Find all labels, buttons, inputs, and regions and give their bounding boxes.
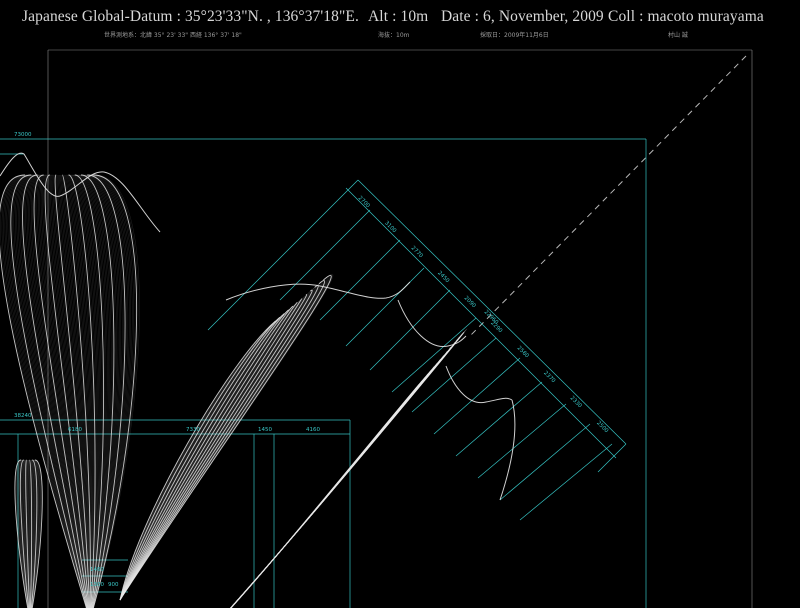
dim-left-width: 38240 bbox=[14, 413, 32, 419]
petal-left bbox=[0, 174, 140, 608]
petals bbox=[0, 152, 516, 608]
dim-small-a: 1460 bbox=[90, 567, 104, 573]
diag-label: 2370 bbox=[542, 370, 556, 384]
dim-small-b: 1300 bbox=[90, 582, 104, 588]
diag-label: 2290 bbox=[489, 320, 503, 334]
petal-tip-outline bbox=[397, 299, 467, 347]
datum-jp-text: 世界測地系：北緯 35° 23' 33" 西経 136° 37' 18" bbox=[104, 32, 242, 39]
diag-label: 2500 bbox=[595, 420, 609, 434]
diag-labels: 2700310027702450209022902560237023302500 bbox=[357, 195, 610, 434]
diag-label: 2090 bbox=[463, 295, 477, 309]
date-text: Date : 6, November, 2009 bbox=[441, 8, 604, 25]
petal-tip-outline bbox=[445, 365, 513, 404]
datum-text: Japanese Global-Datum : 35°23'33"N. , 13… bbox=[22, 8, 359, 25]
dim-small-c: 900 bbox=[108, 582, 119, 588]
header: Japanese Global-Datum : 35°23'33"N. , 13… bbox=[0, 8, 800, 44]
diag-label: 2700 bbox=[357, 195, 371, 209]
diag-label: 2770 bbox=[410, 245, 424, 259]
diag-label: 2330 bbox=[569, 395, 583, 409]
altitude-text: Alt : 10m bbox=[368, 8, 429, 25]
dim-seg-a: 6180 bbox=[68, 427, 82, 433]
diag-label: 2450 bbox=[436, 270, 450, 284]
petal-inner bbox=[14, 459, 43, 608]
dim-seg-b: 7330 bbox=[186, 427, 200, 433]
collector-text: Coll : macoto murayama bbox=[608, 8, 764, 25]
dim-top-width: 73000 bbox=[14, 132, 32, 138]
petal-tip-outline bbox=[499, 399, 516, 501]
diagonal-dashed-axis bbox=[469, 55, 747, 337]
collector-jp-text: 村山 誠 bbox=[668, 32, 688, 39]
date-jp-text: 採取日：2009年11月6日 bbox=[480, 32, 549, 39]
altitude-jp-text: 海抜：10m bbox=[378, 32, 410, 39]
dim-seg-c: 1450 bbox=[258, 427, 272, 433]
petal-center bbox=[119, 273, 334, 601]
flower-illustration: 73000 38240 6180 7330 1450 4160 22960 14… bbox=[0, 49, 753, 608]
dim-seg-d: 4160 bbox=[306, 427, 320, 433]
